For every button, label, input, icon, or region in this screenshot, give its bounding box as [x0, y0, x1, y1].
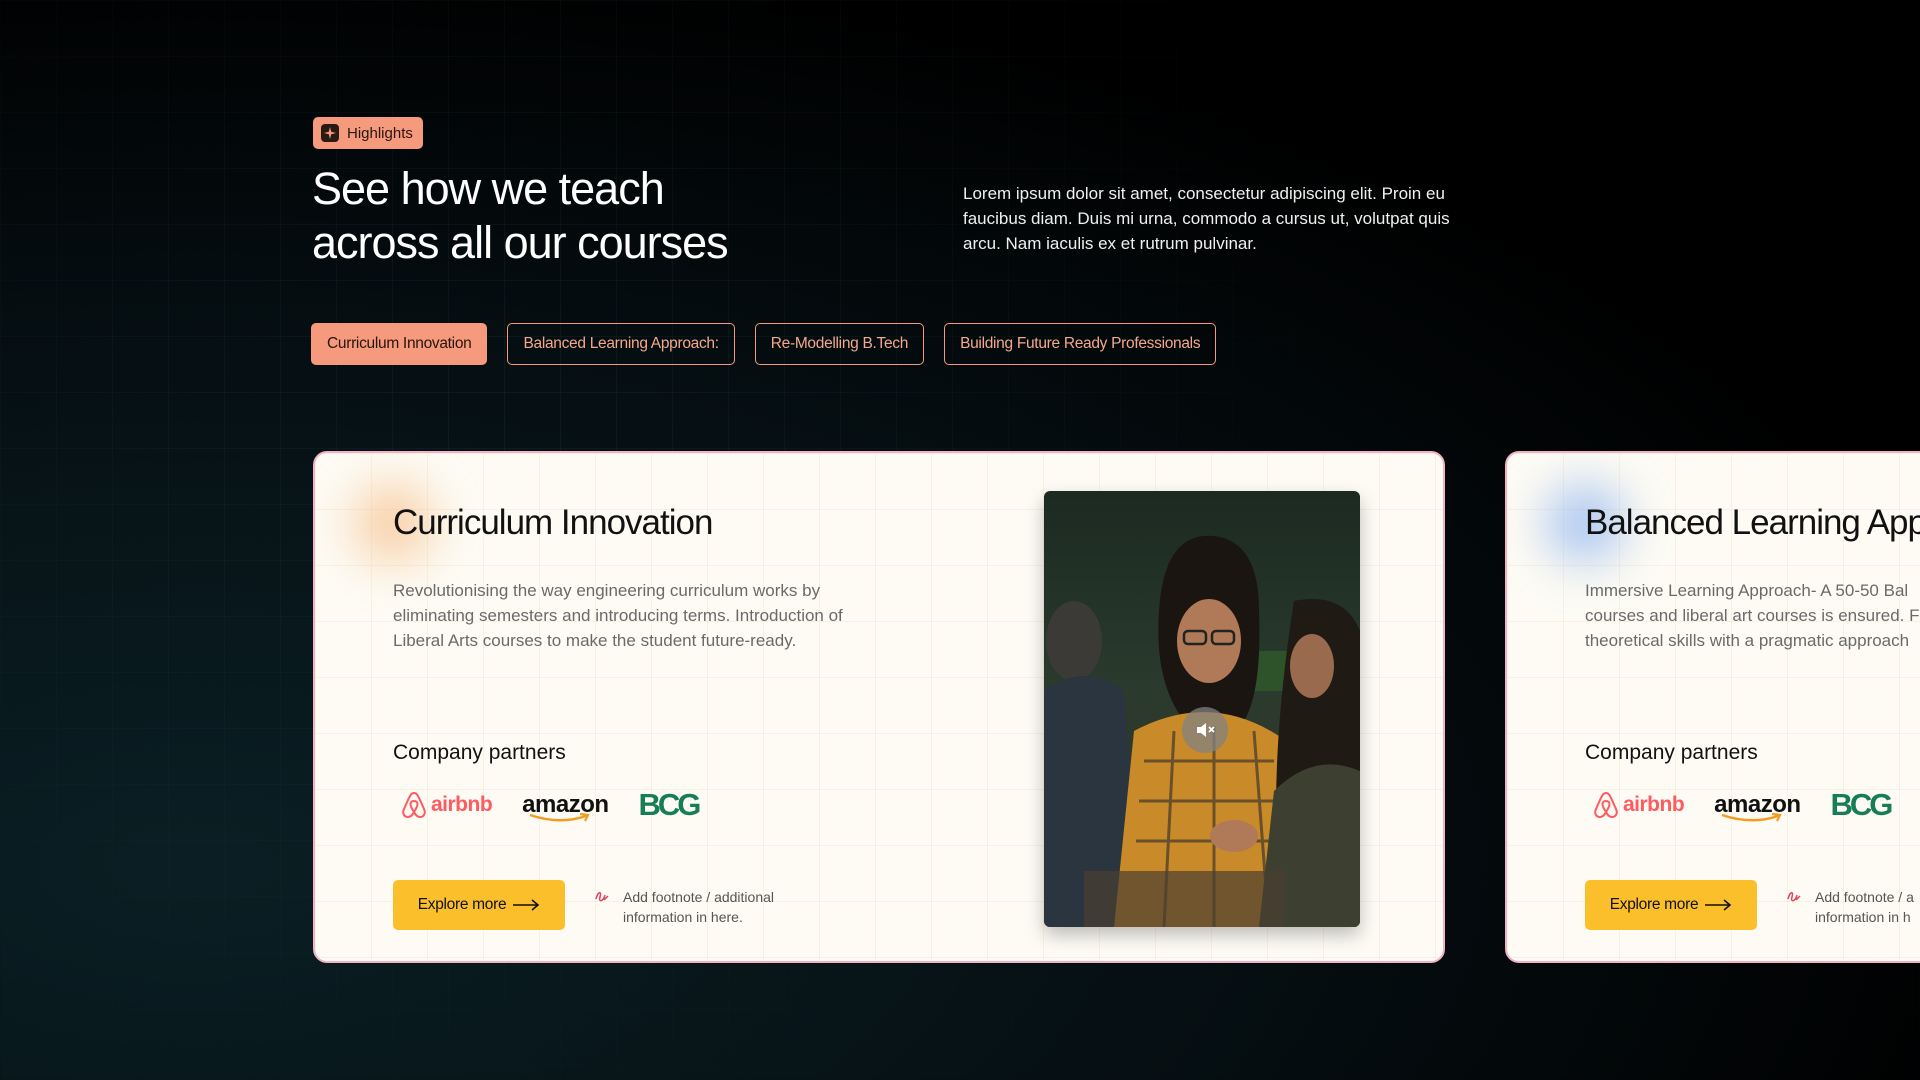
title-line-2: across all our courses: [312, 217, 729, 268]
partner-logos: airbnb amazon BCG: [1593, 787, 1894, 823]
arrow-right-icon: [513, 899, 540, 911]
tab-curriculum-innovation[interactable]: Curriculum Innovation: [311, 323, 488, 365]
partners-label: Company partners: [393, 741, 566, 764]
card-title: Balanced Learning App: [1585, 503, 1920, 542]
squiggle-icon: [1787, 892, 1801, 902]
airbnb-wordmark: airbnb: [431, 793, 493, 816]
course-video[interactable]: [1044, 491, 1360, 927]
explore-more-label: Explore more: [417, 896, 507, 913]
card-description: Immersive Learning Approach- A 50-50 Bal…: [1585, 578, 1920, 653]
course-tabs: Curriculum Innovation Balanced Learning …: [311, 323, 1217, 365]
badge-label: Highlights: [347, 124, 413, 142]
bcg-wordmark: BCG: [1830, 787, 1894, 822]
explore-more-button[interactable]: Explore more: [1585, 880, 1757, 930]
airbnb-logo: airbnb: [1593, 791, 1685, 819]
title-line-1: See how we teach: [312, 163, 665, 214]
bcg-logo: BCG: [1830, 787, 1894, 823]
partner-logos: airbnb amazon BCG: [401, 787, 702, 823]
squiggle-icon: [595, 892, 609, 902]
footnote: Add footnote / additional information in…: [593, 887, 833, 927]
mute-icon: [1197, 723, 1215, 737]
explore-more-label: Explore more: [1609, 896, 1699, 913]
footnote: Add footnote / a information in h: [1785, 887, 1914, 927]
footnote-text: Add footnote / a information in h: [1815, 887, 1914, 927]
card-description-line: theoretical skills with a pragmatic appr…: [1585, 631, 1910, 650]
mute-button[interactable]: [1182, 707, 1228, 753]
bcg-wordmark: BCG: [638, 787, 702, 822]
sparkle-icon: [321, 124, 339, 142]
course-card-balanced-learning: Balanced Learning App Immersive Learning…: [1505, 451, 1920, 963]
amazon-logo: amazon: [522, 793, 609, 822]
course-card-curriculum-innovation: Curriculum Innovation Revolutionising th…: [313, 451, 1445, 963]
card-description: Revolutionising the way engineering curr…: [393, 581, 843, 650]
footnote-text: Add footnote / additional information in…: [623, 889, 775, 925]
tab-building-future-ready-professionals[interactable]: Building Future Ready Professionals: [944, 323, 1217, 365]
intro-text: Lorem ipsum dolor sit amet, consectetur …: [963, 184, 1450, 253]
airbnb-logo: airbnb: [401, 791, 493, 819]
tab-balanced-learning-approach[interactable]: Balanced Learning Approach:: [507, 323, 735, 365]
bcg-logo: BCG: [638, 787, 702, 823]
footnote-line: information in h: [1815, 909, 1911, 925]
partners-label: Company partners: [1585, 741, 1758, 764]
highlights-badge: Highlights: [313, 117, 423, 149]
page-title: See how we teach across all our courses: [312, 162, 832, 270]
card-description-line: Immersive Learning Approach- A 50-50 Bal: [1585, 581, 1909, 600]
footnote-line: Add footnote / a: [1815, 889, 1914, 905]
card-title: Curriculum Innovation: [393, 503, 713, 542]
tab-re-modelling-btech[interactable]: Re-Modelling B.Tech: [754, 323, 925, 365]
amazon-logo: amazon: [1714, 793, 1801, 822]
card-description-line: courses and liberal art courses is ensur…: [1585, 606, 1920, 625]
airbnb-wordmark: airbnb: [1623, 793, 1685, 816]
arrow-right-icon: [1705, 899, 1732, 911]
explore-more-button[interactable]: Explore more: [393, 880, 565, 930]
